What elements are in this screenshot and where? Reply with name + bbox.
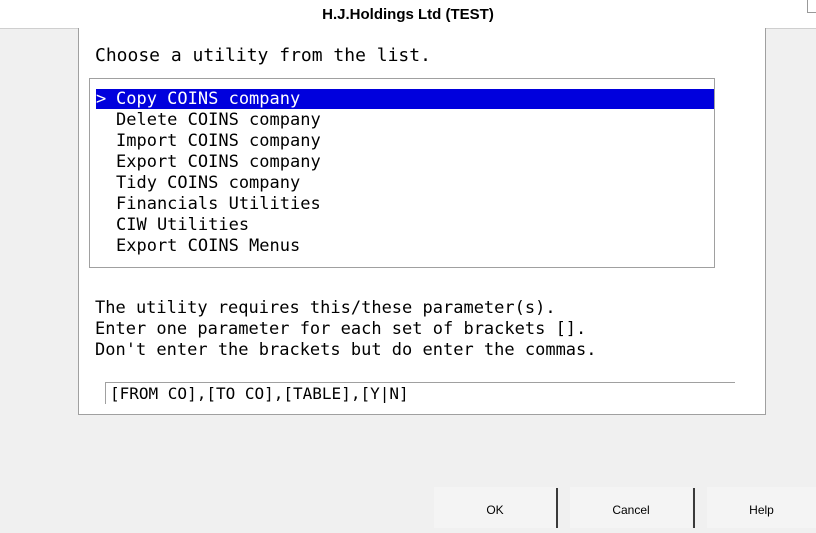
instruction-line: Don't enter the brackets but do enter th… — [95, 340, 597, 360]
list-item-label: Delete COINS company — [116, 110, 321, 130]
title-bar: H.J.Holdings Ltd (TEST) — [0, 0, 816, 29]
parameter-input[interactable] — [105, 382, 735, 404]
button-separator — [693, 488, 695, 528]
list-item[interactable]: Export COINS company — [96, 152, 321, 172]
list-item[interactable]: Delete COINS company — [96, 110, 321, 130]
selection-marker: > — [96, 89, 107, 109]
list-item[interactable]: Tidy COINS company — [96, 173, 300, 193]
list-item-label: Export COINS company — [116, 152, 321, 172]
window-corner — [807, 0, 816, 13]
cancel-button[interactable]: Cancel — [570, 487, 692, 528]
utility-list[interactable]: > Copy COINS company Delete COINS company… — [89, 78, 715, 268]
list-item-label: Import COINS company — [116, 131, 321, 151]
list-item-label: CIW Utilities — [116, 215, 250, 235]
window-title: H.J.Holdings Ltd (TEST) — [322, 6, 494, 23]
button-separator — [556, 488, 558, 528]
list-item-label: Export COINS Menus — [116, 236, 301, 256]
list-item-label: Copy COINS company — [116, 89, 301, 109]
list-item[interactable]: CIW Utilities — [96, 215, 249, 235]
list-item[interactable]: Export COINS Menus — [96, 236, 300, 256]
list-item-label: Tidy COINS company — [116, 173, 301, 193]
list-item[interactable]: Import COINS company — [96, 131, 321, 151]
instruction-line: The utility requires this/these paramete… — [95, 298, 556, 318]
help-button[interactable]: Help — [707, 487, 816, 528]
ok-button[interactable]: OK — [434, 487, 556, 528]
prompt-text: Choose a utility from the list. — [95, 45, 431, 66]
list-item-label: Financials Utilities — [116, 194, 321, 214]
list-item[interactable]: Financials Utilities — [96, 194, 321, 214]
parameter-instructions: The utility requires this/these paramete… — [95, 298, 597, 361]
utility-panel: Choose a utility from the list. > Copy CO… — [78, 28, 766, 415]
instruction-line: Enter one parameter for each set of brac… — [95, 319, 587, 339]
list-item[interactable]: > Copy COINS company — [96, 89, 714, 109]
